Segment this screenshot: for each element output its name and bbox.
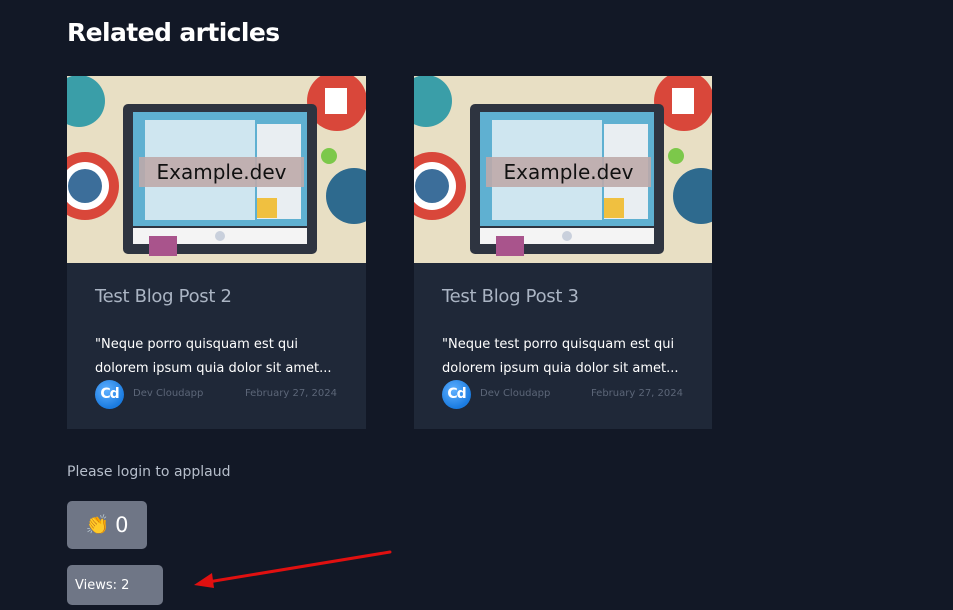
excerpt-line-2: dolorem ipsum quia dolor sit amet...: [95, 361, 332, 376]
article-excerpt: "Neque test porro quisquam est qui dolor…: [442, 333, 692, 381]
article-excerpt: "Neque porro quisquam est qui dolorem ip…: [95, 333, 345, 381]
author-name: Dev Cloudapp: [480, 388, 551, 399]
excerpt-line-1: "Neque porro quisquam est qui: [95, 337, 299, 352]
article-thumbnail[interactable]: Example.dev: [414, 76, 712, 263]
article-thumbnail[interactable]: Example.dev: [67, 76, 366, 263]
publish-date: February 27, 2024: [244, 388, 337, 399]
author-avatar: Cd: [95, 380, 124, 409]
annotation-arrow-icon: [194, 550, 392, 588]
article-card-test-blog-post-3[interactable]: Example.dev Test Blog Post 3 "Neque test…: [414, 76, 712, 429]
applaud-count: 0: [115, 513, 129, 537]
author-name: Dev Cloudapp: [133, 388, 204, 399]
applaud-button[interactable]: 👏 0: [67, 501, 147, 549]
related-articles-heading: Related articles: [67, 18, 280, 47]
clapping-hands-icon: 👏: [85, 513, 110, 536]
views-counter: Views: 2: [67, 565, 163, 605]
publish-date: February 27, 2024: [590, 388, 683, 399]
article-card-test-blog-post-2[interactable]: Example.dev Test Blog Post 2 "Neque porr…: [67, 76, 366, 429]
excerpt-line-2: dolorem ipsum quia dolor sit amet...: [442, 361, 679, 376]
thumbnail-label: Example.dev: [139, 157, 304, 187]
thumbnail-label: Example.dev: [486, 157, 651, 187]
article-title[interactable]: Test Blog Post 3: [442, 286, 579, 307]
excerpt-line-1: "Neque test porro quisquam est qui: [442, 337, 675, 352]
article-title[interactable]: Test Blog Post 2: [95, 286, 232, 307]
author-avatar: Cd: [442, 380, 471, 409]
login-to-applaud-text: Please login to applaud: [67, 464, 231, 480]
